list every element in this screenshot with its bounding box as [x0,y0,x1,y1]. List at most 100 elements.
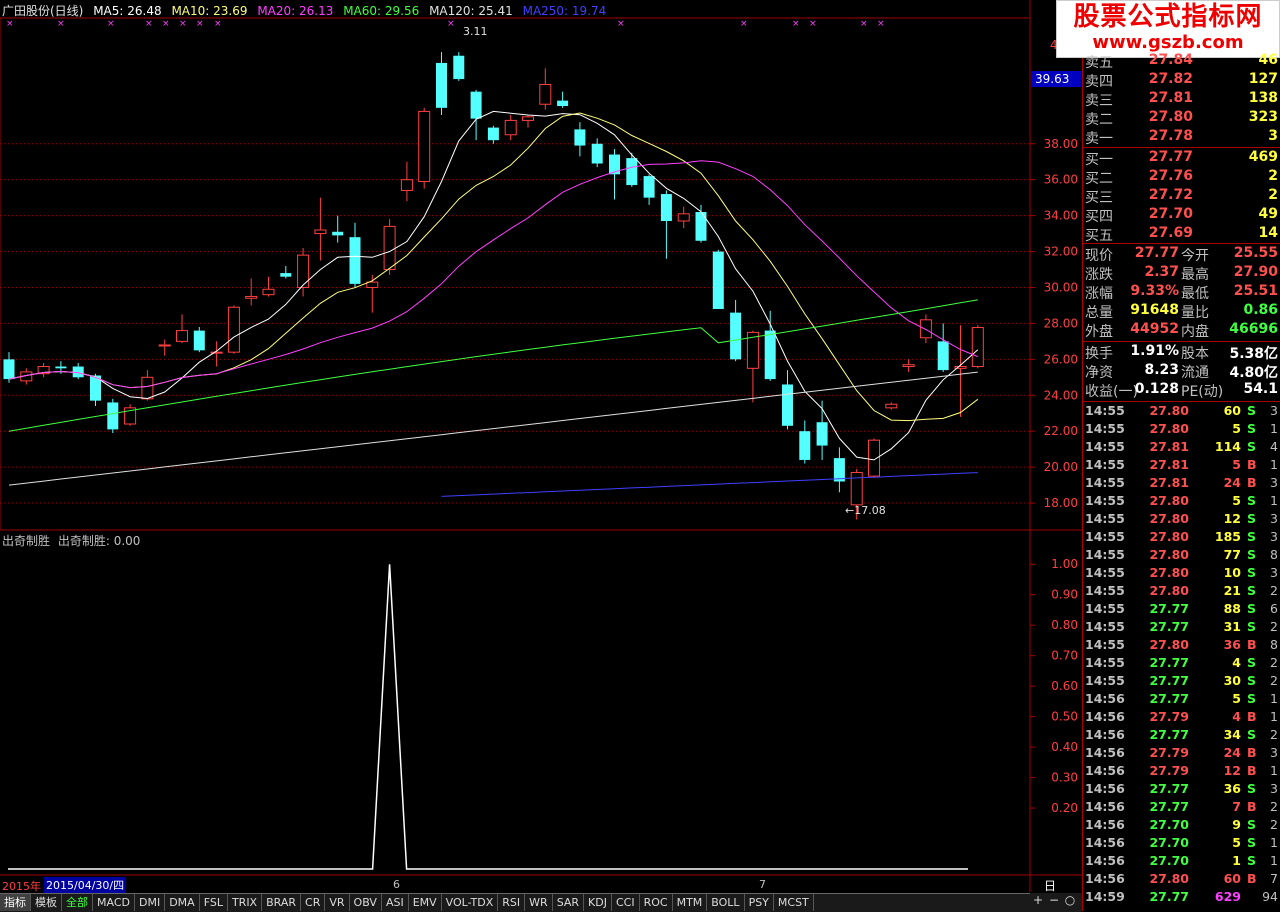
month-6-label: 6 [393,878,400,891]
tab-kdj[interactable]: KDJ [584,894,612,911]
tab-roc[interactable]: ROC [640,894,673,911]
tick-count: 1 [1270,691,1278,706]
tick-time: 14:55 [1085,673,1125,688]
tick-price: 27.77 [1149,781,1189,796]
candle-down [574,129,586,146]
chart-header: 广田股份(日线) MA5: 26.48 MA10: 23.69 MA20: 26… [2,2,612,19]
bid-label: 买三 [1085,190,1113,206]
candle-down [695,212,707,241]
ask-label: 卖二 [1085,112,1113,128]
tab-brar[interactable]: BRAR [262,894,302,911]
candle-up [314,229,327,235]
ask-price: 27.80 [1148,109,1193,125]
main-tick-label: 28.00 [1044,316,1078,330]
sub-tick-label: 0.80 [1051,618,1078,632]
tick-time: 14:55 [1085,655,1125,670]
tab-fsl[interactable]: FSL [200,894,228,911]
reset-button[interactable]: ○ [1062,893,1078,907]
candle-up [504,119,517,136]
candle-up [539,83,552,105]
tick-price: 27.80 [1149,421,1189,436]
chart-svg[interactable]: 18.00 20.00 22.00 24.00 26.00 28.00 30.00 32.00… [0,0,1082,911]
candle-down [280,273,292,277]
candle-down [833,458,845,482]
info-label: 今开 [1181,248,1209,264]
tick-price: 27.80 [1149,547,1189,562]
info-value: 1.91% [1130,343,1179,359]
indicator-tabs: 指标 模板 全部 MACD DMI DMA FSL TRIX BRAR CR VR OBV ASI EMV… [0,893,1082,912]
candle-up [141,376,154,400]
bid-row: 买四 27.70 49 [1083,206,1280,225]
tick-count: 1 [1270,421,1278,436]
candle-up [885,403,898,409]
tab-模板[interactable]: 模板 [31,894,62,911]
tab-sar[interactable]: SAR [553,894,585,911]
tick-price: 27.81 [1149,457,1189,472]
tick-count: 3 [1270,511,1278,526]
tab-mtm[interactable]: MTM [673,894,708,911]
tick-count: 94 [1262,889,1278,904]
tab-trix[interactable]: TRIX [228,894,263,911]
tick-volume: 1 [1232,853,1241,868]
tick-row: 14:55 27.80 12 S 3 [1083,511,1280,529]
bid-label: 买四 [1085,209,1113,225]
tick-time: 14:56 [1085,799,1125,814]
tick-time: 14:55 [1085,529,1125,544]
candle-up [919,319,932,339]
event-marker: × [809,19,817,29]
tick-volume: 5 [1232,493,1241,508]
tab-cci[interactable]: CCI [612,894,640,911]
tab-全部[interactable]: 全部 [62,894,93,911]
tick-time: 14:55 [1085,637,1125,652]
tab-dmi[interactable]: DMI [135,894,166,911]
tab-asi[interactable]: ASI [382,894,409,911]
zoom-out-button[interactable]: − [1046,893,1062,907]
tab-wr[interactable]: WR [525,894,553,911]
separator [1083,243,1280,244]
tab-psy[interactable]: PSY [745,894,774,911]
tab-rsi[interactable]: RSI [498,894,526,911]
high-price-marker: 3.11 [463,25,488,38]
ask-label: 卖一 [1085,131,1113,147]
tab-dma[interactable]: DMA [165,894,200,911]
ask-row: 卖五 27.84 46 [1083,52,1280,71]
candle-up [400,179,413,191]
tick-volume: 31 [1223,619,1241,634]
info-value: 25.55 [1233,245,1278,261]
tick-row: 14:55 27.80 21 S 2 [1083,583,1280,601]
zoom-in-button[interactable]: + [1030,893,1046,907]
event-marker: × [617,19,625,29]
bid-row: 买一 27.77 469 [1083,149,1280,168]
chart-area[interactable]: 18.00 20.00 22.00 24.00 26.00 28.00 30.00 32.00… [0,0,1082,912]
bid-price: 27.76 [1148,168,1193,184]
tick-row: 14:55 27.77 31 S 2 [1083,619,1280,637]
tab-vr[interactable]: VR [325,894,350,911]
tab-boll[interactable]: BOLL [707,894,745,911]
tab-cr[interactable]: CR [301,894,326,911]
tick-price: 27.77 [1149,655,1189,670]
tick-count: 3 [1270,403,1278,418]
ask-volume: 46 [1258,52,1278,68]
tick-price: 27.77 [1149,889,1189,904]
tick-time: 14:55 [1085,547,1125,562]
month-7-label: 7 [759,878,766,891]
tick-row: 14:56 27.70 1 S 1 [1083,853,1280,871]
tab-mcst[interactable]: MCST [774,894,814,911]
tick-row: 14:55 27.77 88 S 6 [1083,601,1280,619]
tick-price: 27.77 [1149,673,1189,688]
tick-volume: 77 [1223,547,1241,562]
candle-down [591,143,603,164]
tick-time: 14:56 [1085,853,1125,868]
tab-emv[interactable]: EMV [409,894,442,911]
candle-up [262,288,275,296]
tick-time: 14:55 [1085,475,1125,490]
tick-direction: S [1247,655,1257,670]
tab-指标[interactable]: 指标 [0,894,31,911]
tick-volume: 24 [1223,745,1241,760]
tab-vol-tdx[interactable]: VOL-TDX [442,894,499,911]
tab-macd[interactable]: MACD [93,894,135,911]
ask-price: 27.82 [1148,71,1193,87]
main-tick-label: 30.00 [1044,280,1078,294]
tab-obv[interactable]: OBV [350,894,382,911]
ma120-label: MA120: 25.41 [429,4,513,18]
